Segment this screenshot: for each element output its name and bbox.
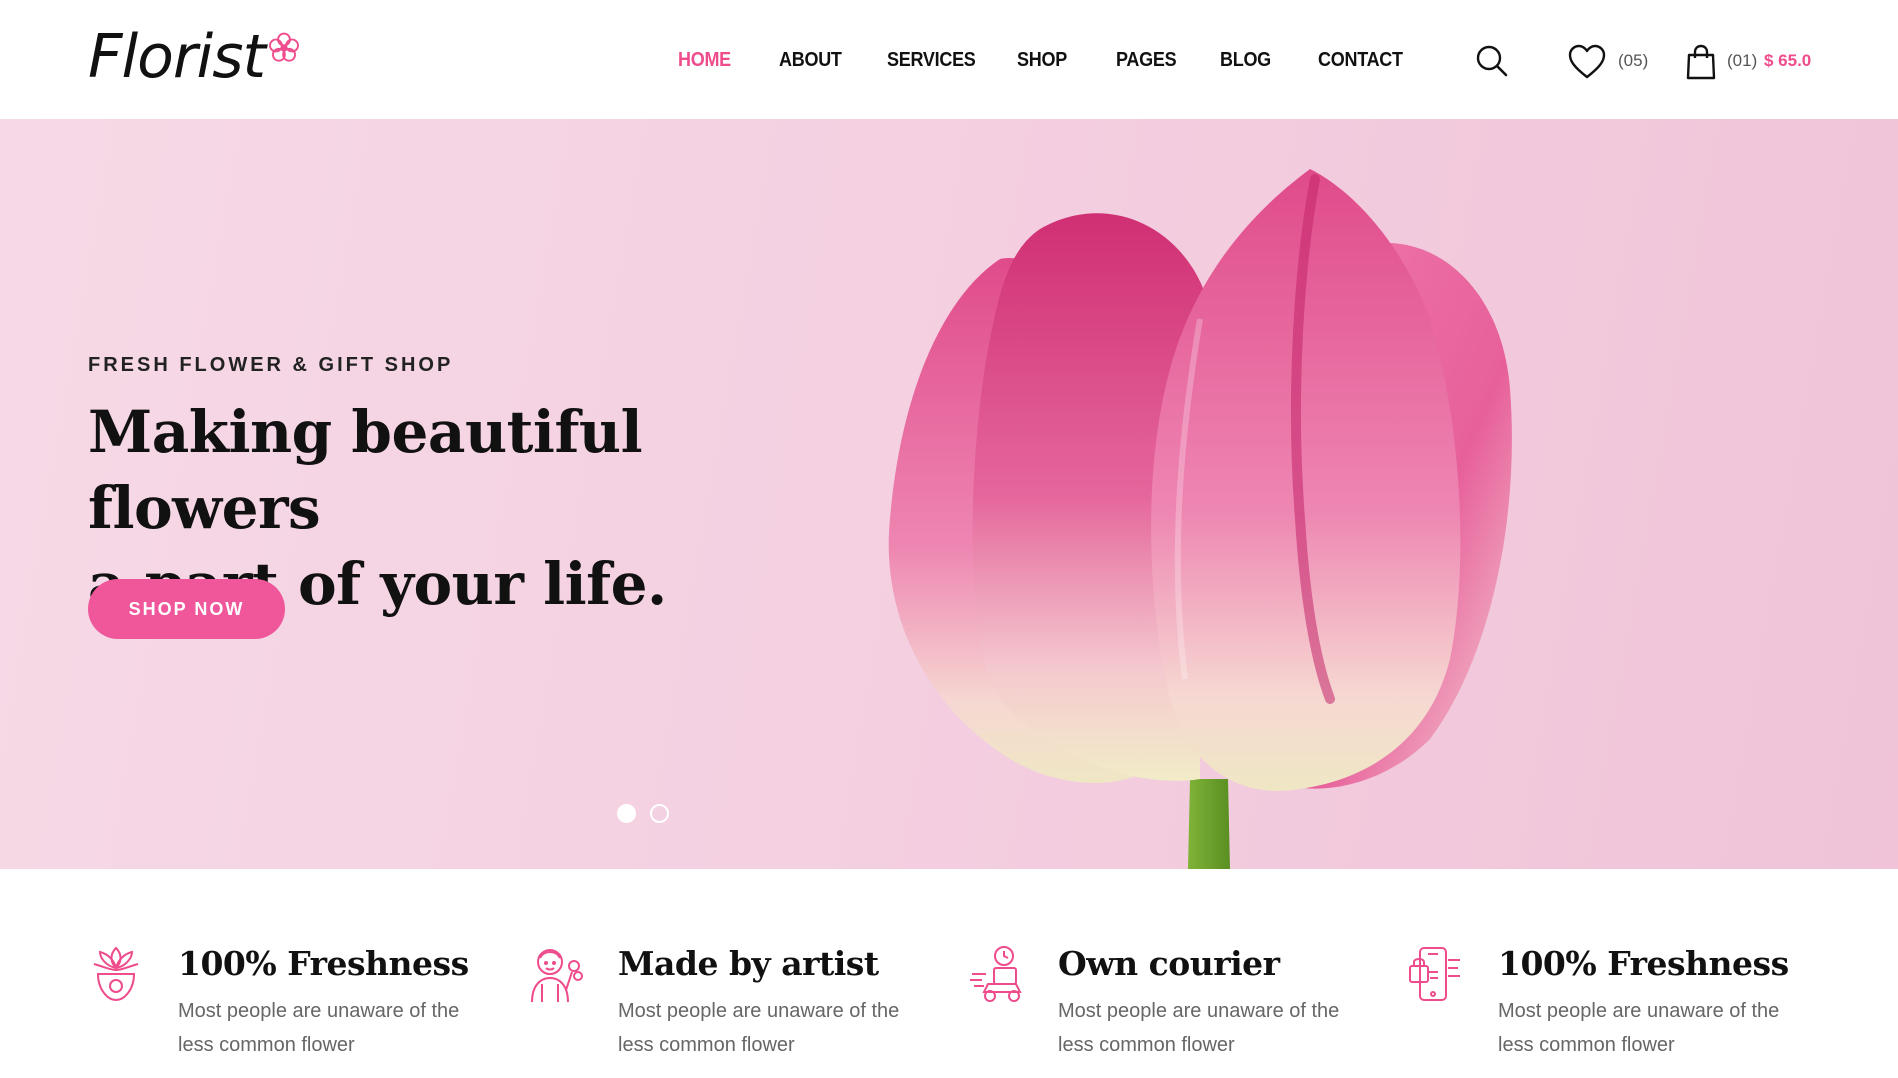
- nav-blog[interactable]: BLOG: [1220, 49, 1271, 72]
- nav-contact[interactable]: CONTACT: [1318, 49, 1403, 72]
- slider-dots: [617, 804, 669, 823]
- hero-subtitle: FRESH FLOWER & GIFT SHOP: [88, 354, 454, 376]
- feature-title: 100% Freshness: [1498, 944, 1789, 983]
- courier-scooter-icon: [970, 946, 1022, 1002]
- nav-pages[interactable]: PAGES: [1116, 49, 1177, 72]
- feature-title: Made by artist: [618, 944, 879, 983]
- search-icon[interactable]: [1475, 44, 1509, 78]
- tulip-image: [888, 169, 1512, 869]
- nav-services[interactable]: SERVICES: [887, 49, 976, 72]
- nav-shop[interactable]: SHOP: [1017, 49, 1067, 72]
- feature-description: Most people are unaware of the less comm…: [1058, 994, 1388, 1062]
- feature-desc-line-1: Most people are unaware of the: [178, 1000, 460, 1022]
- feature-desc-line-2: less common flower: [1058, 1034, 1235, 1056]
- shop-now-button[interactable]: SHOP NOW: [88, 579, 285, 639]
- feature-desc-line-1: Most people are unaware of the: [618, 1000, 900, 1022]
- heart-icon[interactable]: [1568, 44, 1606, 80]
- wishlist-count: (05): [1618, 51, 1649, 70]
- feature-title: Own courier: [1058, 944, 1280, 983]
- feature-desc-line-1: Most people are unaware of the: [1498, 1000, 1780, 1022]
- flower-logo-icon: [269, 32, 299, 62]
- feature-description: Most people are unaware of the less comm…: [178, 994, 508, 1062]
- hero-title-line-1: Making beautiful flowers: [88, 398, 643, 542]
- slider-dot-2[interactable]: [650, 804, 669, 823]
- feature-description: Most people are unaware of the less comm…: [618, 994, 948, 1062]
- feature-desc-line-2: less common flower: [178, 1034, 355, 1056]
- feature-description: Most people are unaware of the less comm…: [1498, 994, 1828, 1062]
- shopping-bag-icon[interactable]: [1686, 44, 1716, 80]
- cart-count: (01): [1727, 51, 1758, 70]
- feature-desc-line-2: less common flower: [1498, 1034, 1675, 1056]
- logo-text: Florist: [88, 22, 266, 92]
- features-section: 100% Freshness Most people are unaware o…: [0, 869, 1898, 1078]
- lotus-bowl-icon: [93, 946, 139, 1002]
- florist-artist-icon: [531, 949, 583, 1003]
- cart-total: $ 65.0: [1764, 51, 1812, 70]
- site-header: Florist HOME ABOUT SERVICES SHOP PAGES B…: [0, 0, 1898, 119]
- logo[interactable]: Florist: [88, 22, 301, 92]
- nav-home[interactable]: HOME: [678, 49, 731, 72]
- slider-dot-1[interactable]: [617, 804, 636, 823]
- nav-about[interactable]: ABOUT: [779, 49, 842, 72]
- feature-desc-line-2: less common flower: [618, 1034, 795, 1056]
- hero-slider: FRESH FLOWER & GIFT SHOP Making beautifu…: [0, 119, 1898, 869]
- feature-title: 100% Freshness: [178, 944, 469, 983]
- feature-desc-line-1: Most people are unaware of the: [1058, 1000, 1340, 1022]
- mobile-order-icon: [1409, 947, 1460, 1001]
